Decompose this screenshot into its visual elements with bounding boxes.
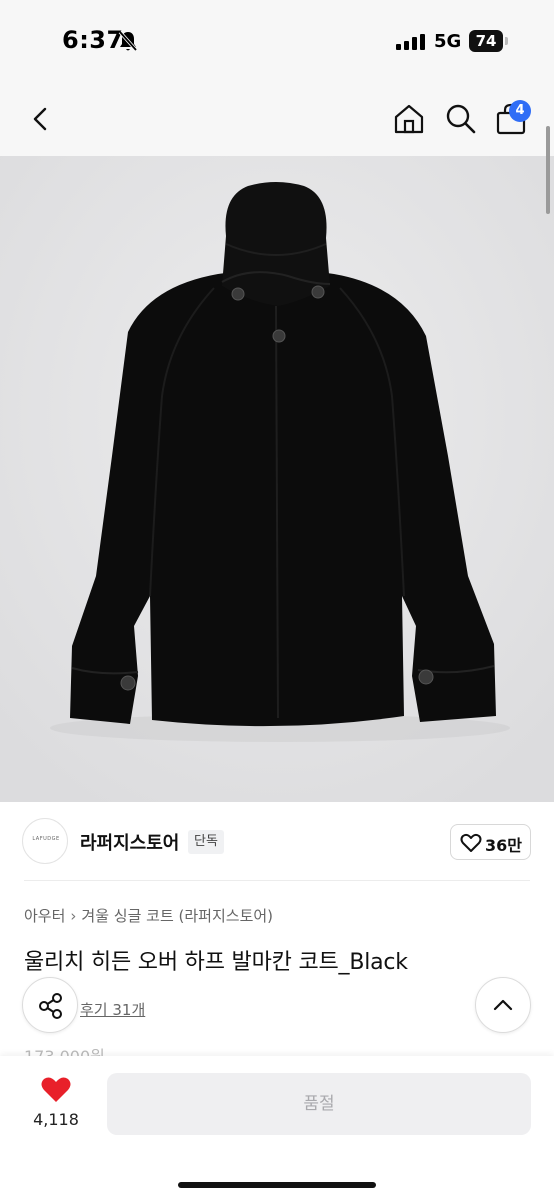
- product-title: 울리치 히든 오버 하프 발마칸 코트_Black: [24, 950, 408, 975]
- breadcrumb-item-category[interactable]: 겨울 싱글 코트 (라퍼지스토어): [81, 907, 273, 925]
- bottom-action-bar: 4,118 품절: [0, 1056, 554, 1200]
- scrollbar-thumb[interactable]: [546, 126, 550, 214]
- home-icon[interactable]: [392, 102, 426, 136]
- status-time: 6:37: [62, 26, 124, 54]
- heart-outline-icon: [460, 833, 482, 852]
- store-logo-text: LAFUDGE: [32, 836, 60, 842]
- store-like-button[interactable]: 36만: [450, 824, 531, 860]
- battery-icon: 74: [469, 30, 509, 52]
- bell-slash-icon: [118, 30, 138, 52]
- heart-filled-icon[interactable]: [40, 1076, 72, 1104]
- status-bar: 6:37 5G 74: [0, 0, 554, 84]
- nav-bar: [0, 84, 554, 156]
- search-icon[interactable]: [444, 102, 478, 136]
- divider: [24, 880, 530, 881]
- network-type: 5G: [434, 31, 462, 52]
- coat-illustration: [0, 156, 554, 802]
- share-icon: [39, 993, 62, 1019]
- chevron-right-icon: ›: [70, 906, 77, 925]
- cart-count-badge: 4: [509, 100, 531, 122]
- battery-level: 74: [475, 32, 497, 50]
- review-link[interactable]: 후기 31개: [80, 999, 145, 1020]
- store-name[interactable]: 라퍼지스토어: [80, 829, 179, 855]
- product-image[interactable]: [0, 156, 554, 802]
- store-row[interactable]: LAFUDGE 라퍼지스토어 단독 36만: [0, 802, 554, 882]
- exclusive-badge: 단독: [188, 830, 224, 854]
- breadcrumb: 아우터 › 겨울 싱글 코트 (라퍼지스토어): [24, 905, 273, 926]
- soldout-button[interactable]: 품절: [107, 1073, 531, 1135]
- store-logo[interactable]: LAFUDGE: [22, 818, 68, 864]
- share-button[interactable]: [22, 977, 78, 1033]
- signal-icon: [396, 34, 425, 50]
- scroll-top-button[interactable]: [475, 977, 531, 1033]
- wish-count: 4,118: [33, 1110, 79, 1129]
- chevron-left-icon[interactable]: [24, 102, 58, 136]
- home-indicator[interactable]: [178, 1182, 376, 1188]
- store-like-count: 36만: [485, 836, 522, 855]
- chevron-up-icon: [493, 999, 513, 1011]
- breadcrumb-item-outer[interactable]: 아우터: [24, 907, 65, 925]
